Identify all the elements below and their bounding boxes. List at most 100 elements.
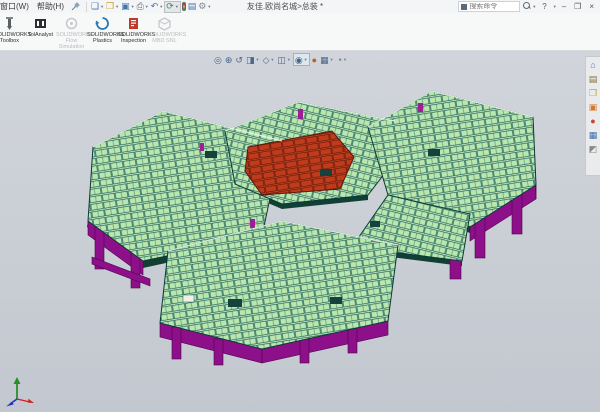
formwork-slabs: [88, 91, 536, 349]
chevron-down-icon: ▼: [115, 4, 119, 9]
eye-icon: ◉: [295, 55, 303, 65]
search-button[interactable]: ▼: [522, 1, 537, 13]
custom-properties-tab[interactable]: ▦: [589, 129, 598, 141]
help-button[interactable]: ?: [539, 1, 549, 13]
forum-icon: ◩: [589, 144, 598, 154]
zoom-to-area-icon: ⊕: [225, 55, 233, 65]
zoom-to-area-button[interactable]: ⊕: [224, 53, 234, 66]
new-icon: ❏: [91, 2, 99, 11]
open-button[interactable]: ❒▼: [105, 1, 120, 13]
view-orientation-button[interactable]: ◇▼: [261, 53, 275, 66]
rebuild-button[interactable]: ⟳▼: [164, 1, 181, 13]
y-axis-arrow: [14, 377, 21, 384]
tab-solidworks-inspection[interactable]: SOLIDWORKS Inspection: [118, 15, 149, 44]
chevron-down-icon: ▼: [255, 57, 259, 62]
zoom-to-fit-icon: ◎: [214, 55, 222, 65]
library-icon: ▤: [589, 74, 598, 84]
folder-icon: ❒: [589, 88, 597, 98]
z-axis-arrow: [6, 402, 14, 407]
search-icon: [523, 2, 531, 11]
titlebar-right: ▼ ? ▼ – ❐ ×: [458, 1, 600, 13]
plastics-icon: [95, 16, 110, 31]
section-view-icon: ◨: [246, 55, 255, 65]
headsup-view-toolbar: ◎ ⊕ ↺ ◨▼ ◇▼ ◫▼ ◉▼ ● ▦▼ ◔▼: [213, 53, 348, 66]
command-search[interactable]: [458, 1, 520, 12]
search-scope-icon: [461, 4, 467, 10]
chevron-down-icon: ▼: [343, 57, 347, 62]
model-3d[interactable]: [0, 51, 600, 412]
apply-scene-button[interactable]: ▦▼: [319, 53, 334, 66]
save-icon: ▣: [121, 2, 130, 11]
previous-view-button[interactable]: ↺: [234, 53, 244, 66]
tab-solidworks-plastics[interactable]: SOLIDWORKS Plastics: [87, 15, 118, 44]
tab-solidworks-toolbox[interactable]: SOLIDWORKS Toolbox: [0, 15, 25, 44]
chevron-down-icon: ▼: [175, 4, 179, 9]
toolbox-icon: [2, 16, 17, 31]
options-button[interactable]: ⚙▼: [197, 1, 212, 13]
appearances-tab[interactable]: ●: [590, 115, 595, 127]
rebuild-icon: ⟳: [166, 2, 174, 11]
light-patch: [183, 295, 194, 302]
coordinate-triad: [4, 375, 40, 407]
tab-label: Inspection: [118, 38, 149, 44]
menu-help[interactable]: 帮助(H): [33, 1, 68, 12]
traffic-light-icon: [182, 2, 186, 11]
pin-menu-icon[interactable]: [71, 2, 80, 11]
chevron-down-icon: ▼: [287, 57, 291, 62]
file-properties-icon: ▤: [188, 2, 197, 11]
x-axis-arrow: [28, 399, 34, 403]
tab-solidworks-mbd-snl[interactable]: SOLIDWORKS MBD SNL: [149, 15, 180, 44]
tab-label: Toolbox: [0, 38, 25, 44]
view-settings-icon: ◔: [337, 55, 342, 65]
new-button[interactable]: ❏▼: [90, 1, 105, 13]
chevron-down-icon: ▼: [304, 57, 308, 62]
tolanalyst-icon: [33, 16, 48, 31]
chevron-down-icon: ▼: [270, 57, 274, 62]
flow-simulation-icon: [64, 16, 79, 31]
save-button[interactable]: ▣▼: [120, 1, 135, 13]
chevron-down-icon: ▼: [207, 4, 211, 9]
undo-icon: ↶: [151, 2, 159, 11]
tab-tolanalyst[interactable]: TolAnalyst: [25, 15, 56, 38]
edit-appearance-button[interactable]: ●: [311, 53, 318, 66]
chevron-down-icon: ▼: [330, 57, 334, 62]
print-button[interactable]: ⎙▼: [136, 1, 150, 13]
properties-icon: ▦: [589, 130, 598, 140]
search-input[interactable]: [469, 3, 517, 10]
toolbar-separator: [86, 2, 87, 12]
appearance-sphere-icon: ●: [590, 116, 595, 126]
view-palette-tab[interactable]: ▣: [589, 101, 598, 113]
zoom-to-fit-button[interactable]: ◎: [213, 53, 223, 66]
home-icon: ⌂: [590, 60, 595, 70]
palette-icon: ▣: [589, 102, 598, 112]
tab-label: MBD SNL: [149, 38, 180, 44]
minimize-button[interactable]: –: [559, 1, 569, 13]
menu-window[interactable]: 窗口(W): [0, 1, 33, 12]
restore-button[interactable]: ❐: [571, 1, 584, 13]
section-view-button[interactable]: ◨▼: [245, 53, 260, 66]
mbd-icon: [157, 16, 172, 31]
graphics-area[interactable]: ◎ ⊕ ↺ ◨▼ ◇▼ ◫▼ ◉▼ ● ▦▼ ◔▼ ⌂ ▤ ❒ ▣ ● ▦ ◩: [0, 51, 600, 412]
chevron-down-icon: ▼: [159, 4, 163, 9]
hide-show-items-button[interactable]: ◉▼: [293, 53, 310, 66]
view-settings-button[interactable]: ◔▼: [336, 53, 348, 66]
view-orientation-icon: ◇: [262, 55, 269, 65]
gear-icon: ⚙: [198, 2, 206, 11]
forum-tab[interactable]: ◩: [589, 143, 598, 155]
solidworks-resources-tab[interactable]: ⌂: [590, 59, 595, 71]
design-library-tab[interactable]: ▤: [589, 73, 598, 85]
tab-label: TolAnalyst: [25, 32, 56, 38]
display-style-button[interactable]: ◫▼: [276, 53, 291, 66]
title-bar: 窗口(W) 帮助(H) ❏▼ ❒▼ ▣▼ ⎙▼ ↶▼ ⟳▼ ▤ ⚙▼ 友佳.欧尚…: [0, 0, 600, 13]
quick-access-toolbar: ❏▼ ❒▼ ▣▼ ⎙▼ ↶▼ ⟳▼ ▤ ⚙▼: [90, 1, 212, 13]
task-pane-strip: ⌂ ▤ ❒ ▣ ● ▦ ◩: [585, 56, 600, 176]
file-explorer-tab[interactable]: ❒: [589, 87, 597, 99]
close-button[interactable]: ×: [586, 1, 597, 13]
tab-solidworks-flow-simulation[interactable]: SOLIDWORKS Flow Simulation: [56, 15, 87, 50]
display-style-icon: ◫: [277, 55, 286, 65]
tab-label: Flow Simulation: [56, 38, 87, 50]
chevron-down-icon: ▼: [553, 4, 557, 9]
file-properties-button[interactable]: ▤: [187, 1, 198, 13]
undo-button[interactable]: ↶▼: [150, 1, 165, 13]
inspection-icon: [126, 16, 141, 31]
